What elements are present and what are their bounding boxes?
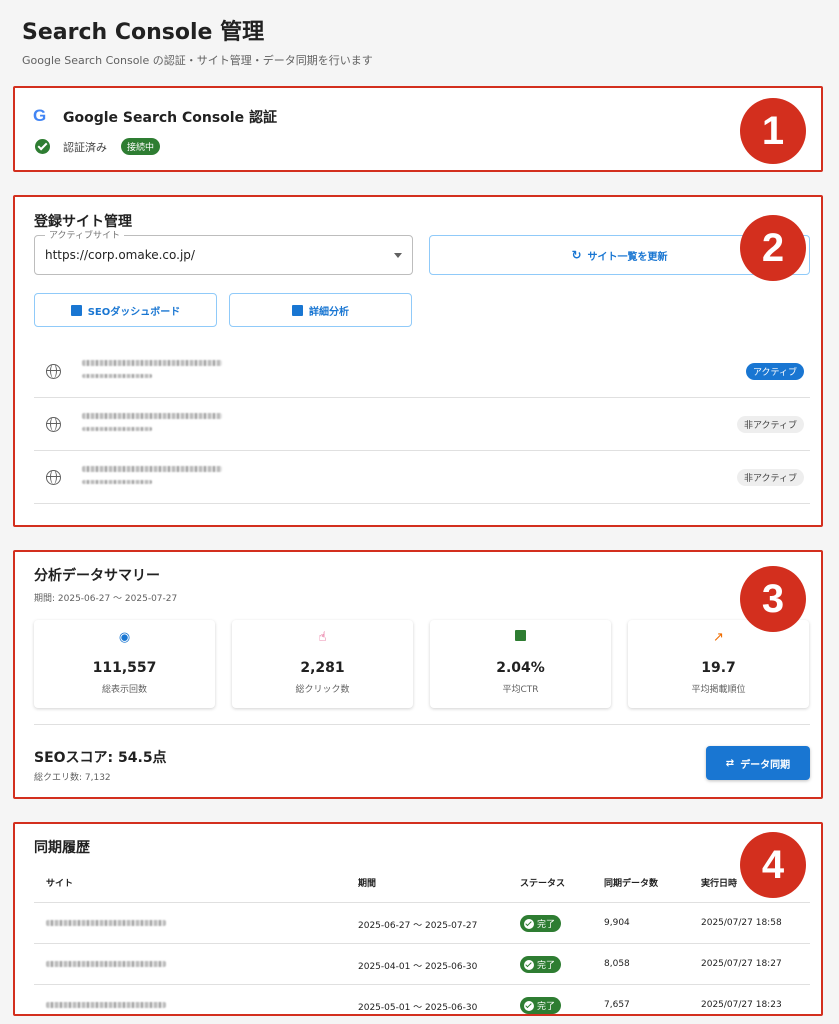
globe-icon bbox=[46, 364, 61, 379]
check-circle-icon bbox=[35, 139, 50, 154]
callout-1: 1 bbox=[740, 98, 806, 164]
eye-icon: ◉ bbox=[118, 630, 131, 645]
status-label: 完了 bbox=[537, 920, 556, 930]
count-cell: 9,904 bbox=[604, 918, 630, 928]
summary-period: 期間: 2025-06-27 〜 2025-07-27 bbox=[34, 594, 178, 604]
metric-label: 平均CTR bbox=[502, 685, 539, 695]
period-cell: 2025-05-01 〜 2025-06-30 bbox=[358, 1003, 478, 1013]
executed-cell: 2025/07/27 18:58 bbox=[701, 918, 782, 928]
auth-title: Google Search Console 認証 bbox=[63, 110, 277, 126]
history-card: 同期履歴 サイト 期間 ステータス 同期データ数 実行日時 2025-06-27… bbox=[13, 822, 823, 1016]
detail-analysis-label: 詳細分析 bbox=[309, 306, 349, 318]
refresh-sites-label: サイト一覧を更新 bbox=[587, 251, 668, 263]
status-label: 完了 bbox=[537, 961, 556, 971]
page-title: Search Console 管理 bbox=[22, 20, 265, 45]
column-header-site: サイト bbox=[46, 879, 74, 889]
sync-icon: ⇄ bbox=[725, 757, 735, 769]
count-cell: 7,657 bbox=[604, 1000, 630, 1010]
page-subtitle: Google Search Console の認証・サイト管理・データ同期を行い… bbox=[22, 54, 373, 67]
status-badge: 非アクティブ bbox=[736, 416, 804, 433]
trending-up-icon: ↗ bbox=[713, 630, 724, 645]
blurred-site-url bbox=[82, 466, 222, 472]
metric-value: 2.04% bbox=[496, 660, 545, 676]
status-badge: 完了 bbox=[520, 915, 562, 932]
globe-icon bbox=[46, 417, 61, 432]
globe-icon bbox=[46, 470, 61, 485]
seo-dashboard-label: SEOダッシュボード bbox=[87, 306, 181, 318]
blurred-site-meta bbox=[82, 480, 152, 484]
metric-label: 総クリック数 bbox=[295, 685, 350, 695]
data-sync-button[interactable]: ⇄ データ同期 bbox=[706, 746, 810, 780]
detail-analysis-button[interactable]: 詳細分析 bbox=[229, 293, 412, 327]
touch-icon: ☝ bbox=[318, 630, 327, 645]
blurred-site-url bbox=[82, 360, 222, 366]
status-label: 完了 bbox=[537, 1002, 556, 1012]
active-site-value: https://corp.omake.co.jp/ bbox=[45, 248, 195, 262]
check-circle-icon bbox=[524, 959, 534, 970]
executed-cell: 2025/07/27 18:23 bbox=[701, 1000, 782, 1010]
status-badge: 完了 bbox=[520, 997, 562, 1014]
query-count: 総クエリ数: 7,132 bbox=[34, 773, 111, 783]
column-header-count: 同期データ数 bbox=[604, 879, 659, 889]
blurred-site-url bbox=[46, 920, 166, 926]
blurred-site-meta bbox=[82, 374, 152, 378]
blurred-site-url bbox=[46, 1002, 166, 1008]
active-site-label: アクティブサイト bbox=[45, 228, 125, 241]
table-row: 2025-04-01 〜 2025-06-30 完了 8,058 2025/07… bbox=[34, 943, 810, 984]
site-list-item[interactable]: 非アクティブ bbox=[34, 398, 810, 451]
blurred-site-url bbox=[46, 961, 166, 967]
google-icon: G bbox=[33, 106, 47, 125]
callout-4: 4 bbox=[740, 832, 806, 898]
status-badge: アクティブ bbox=[745, 363, 804, 380]
blurred-site-url bbox=[82, 413, 222, 419]
blurred-site-meta bbox=[82, 427, 152, 431]
metric-value: 111,557 bbox=[92, 660, 157, 676]
table-row: 2025-06-27 〜 2025-07-27 完了 9,904 2025/07… bbox=[34, 902, 810, 943]
status-badge: 非アクティブ bbox=[736, 469, 804, 486]
table-row: 2025-05-01 〜 2025-06-30 完了 7,657 2025/07… bbox=[34, 984, 810, 1014]
metric-label: 平均掲載順位 bbox=[691, 685, 746, 695]
seo-dashboard-button[interactable]: SEOダッシュボード bbox=[34, 293, 217, 327]
history-title: 同期履歴 bbox=[34, 840, 90, 856]
check-circle-icon bbox=[524, 1000, 534, 1011]
column-header-executed: 実行日時 bbox=[701, 879, 738, 889]
callout-2: 2 bbox=[740, 215, 806, 281]
check-circle-icon bbox=[524, 918, 534, 929]
metric-ctr: 2.04% 平均CTR bbox=[430, 620, 611, 708]
refresh-icon: ↻ bbox=[571, 248, 582, 262]
divider bbox=[34, 724, 810, 725]
data-sync-label: データ同期 bbox=[740, 759, 791, 771]
auth-status: 認証済み bbox=[63, 141, 107, 154]
period-cell: 2025-06-27 〜 2025-07-27 bbox=[358, 921, 478, 931]
period-cell: 2025-04-01 〜 2025-06-30 bbox=[358, 962, 478, 972]
metric-position: ↗ 19.7 平均掲載順位 bbox=[628, 620, 809, 708]
dropdown-arrow-icon bbox=[394, 253, 402, 258]
column-header-period: 期間 bbox=[358, 879, 377, 889]
metric-clicks: ☝ 2,281 総クリック数 bbox=[232, 620, 413, 708]
metric-value: 19.7 bbox=[701, 660, 736, 676]
metric-label: 総表示回数 bbox=[101, 685, 147, 695]
summary-title: 分析データサマリー bbox=[34, 568, 160, 584]
executed-cell: 2025/07/27 18:27 bbox=[701, 959, 782, 969]
metric-impressions: ◉ 111,557 総表示回数 bbox=[34, 620, 215, 708]
metric-value: 2,281 bbox=[300, 660, 345, 676]
analytics-icon bbox=[292, 304, 303, 316]
site-list-item[interactable]: 非アクティブ bbox=[34, 451, 810, 504]
seo-score: SEOスコア: 54.5点 bbox=[34, 750, 167, 766]
callout-3: 3 bbox=[740, 566, 806, 632]
bar-chart-icon bbox=[430, 630, 611, 645]
column-header-status: ステータス bbox=[520, 879, 566, 889]
active-site-select[interactable]: アクティブサイト https://corp.omake.co.jp/ bbox=[34, 228, 413, 275]
site-list-item[interactable]: アクティブ bbox=[34, 345, 810, 398]
status-badge: 完了 bbox=[520, 956, 562, 973]
dashboard-icon bbox=[70, 304, 82, 316]
auth-card: G Google Search Console 認証 認証済み 接続中 1 bbox=[13, 86, 823, 172]
sites-card: 登録サイト管理 アクティブサイト https://corp.omake.co.j… bbox=[13, 195, 823, 527]
connection-badge: 接続中 bbox=[121, 138, 161, 155]
count-cell: 8,058 bbox=[604, 959, 630, 969]
summary-card: 分析データサマリー 期間: 2025-06-27 〜 2025-07-27 ◉ … bbox=[13, 550, 823, 799]
